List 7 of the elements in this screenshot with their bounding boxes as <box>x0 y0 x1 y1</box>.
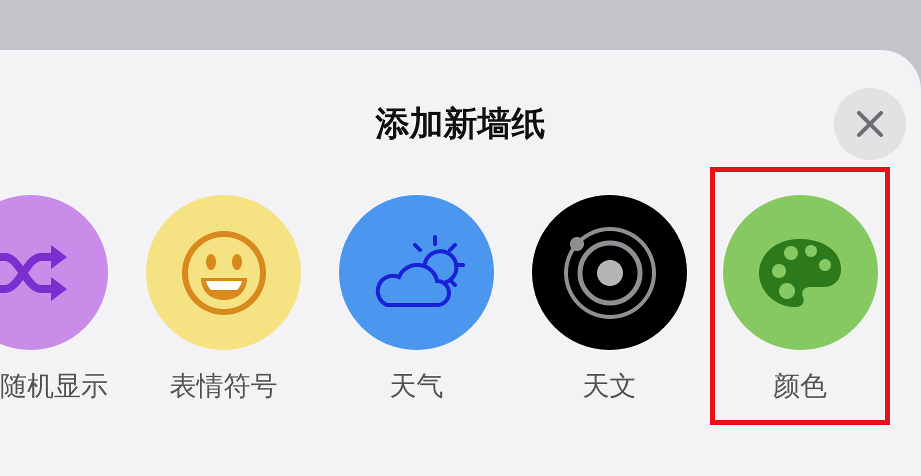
option-label: 天气 <box>390 370 444 404</box>
option-label: 颜色 <box>773 370 827 404</box>
option-label: 表情符号 <box>170 370 278 404</box>
option-label: 天文 <box>582 370 636 404</box>
sheet-title: 添加新墙纸 <box>376 102 546 146</box>
close-icon <box>855 109 885 139</box>
option-label: 随机显示 <box>0 370 108 404</box>
